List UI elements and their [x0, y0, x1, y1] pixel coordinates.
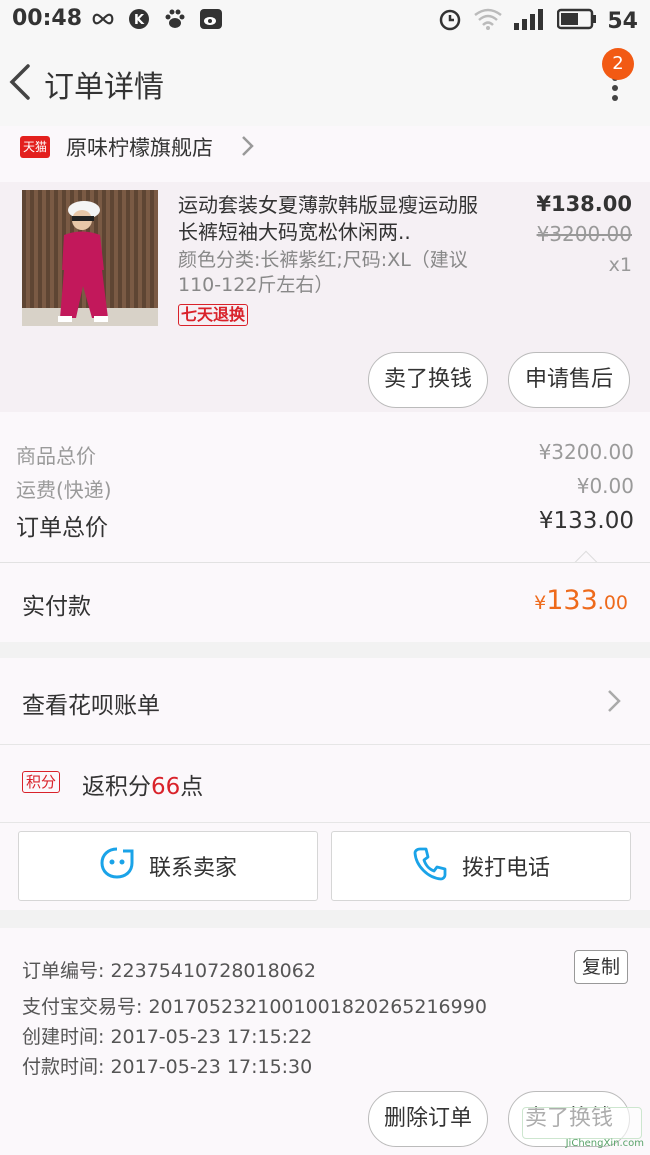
back-icon[interactable] — [6, 62, 36, 102]
k-app-icon: K — [126, 8, 152, 30]
product-title[interactable]: 运动套装女夏薄款韩版显瘦运动服长裤短袖大码宽松休闲两.. — [178, 192, 478, 246]
notification-badge: 2 — [602, 48, 634, 80]
order-total-row: 订单总价 ¥133.00 — [16, 508, 634, 542]
bottom-action-bar: 删除订单 卖了换钱 JiChengXin.com — [0, 1083, 650, 1155]
watermark-box — [522, 1107, 642, 1139]
order-total-value: ¥133.00 — [538, 508, 634, 534]
chevron-right-icon — [238, 134, 256, 158]
contact-seller-label: 联系卖家 — [148, 856, 237, 881]
call-phone-button[interactable]: 拨打电话 — [331, 831, 631, 901]
paid-amount-row: 实付款 ¥133.00 — [0, 562, 650, 642]
phone-icon — [412, 845, 448, 887]
shipping-value: ¥0.00 — [576, 474, 634, 498]
product-original-price: ¥3200.00 — [536, 222, 632, 246]
status-time: 00:48 — [12, 6, 83, 31]
points-badge: 积分 — [22, 771, 61, 793]
contact-seller-button[interactable]: 联系卖家 — [18, 831, 318, 901]
return-policy-badge: 七天退换 — [178, 304, 249, 326]
order-number: 订单编号: 22375410728018062 — [22, 960, 316, 982]
tmall-logo: 天猫 — [20, 136, 50, 158]
points-text: 返积分66点 — [82, 774, 204, 800]
battery-icon — [557, 8, 597, 34]
shop-name[interactable]: 原味柠檬旗舰店 — [66, 132, 213, 162]
shop-row[interactable]: 天猫 原味柠檬旗舰店 — [0, 126, 650, 182]
product-quantity: x1 — [608, 254, 632, 276]
product-thumbnail[interactable] — [22, 190, 158, 326]
call-phone-label: 拨打电话 — [461, 856, 550, 881]
paw-icon — [162, 8, 188, 30]
signal-icon — [513, 8, 547, 34]
delete-order-button[interactable]: 删除订单 — [368, 1091, 488, 1147]
alipay-trade-number: 支付宝交易号: 2017052321001001820265216990 — [22, 996, 487, 1018]
huabei-label[interactable]: 查看花呗账单 — [22, 686, 160, 720]
svg-text:K: K — [134, 13, 145, 28]
battery-level: 54 — [607, 8, 638, 34]
sell-resell-button[interactable]: 卖了换钱 — [368, 352, 488, 408]
status-system-icons: 54 — [437, 6, 638, 36]
created-time: 创建时间: 2017-05-23 17:15:22 — [22, 1026, 313, 1048]
points-row: 积分 返积分66点 — [0, 744, 650, 822]
order-total-label: 订单总价 — [16, 515, 108, 541]
paid-amount: ¥133.00 — [534, 585, 628, 616]
status-bar: 00:48 K 54 — [0, 0, 650, 40]
contact-buttons-row: 联系卖家 拨打电话 — [0, 822, 650, 910]
app-header: 订单详情 2 — [0, 40, 650, 126]
shipping-label: 运费(快递) — [16, 478, 112, 502]
chat-face-icon — [99, 845, 135, 887]
page-title: 订单详情 — [44, 70, 164, 105]
copy-button[interactable]: 复制 — [574, 950, 628, 984]
goods-total-label: 商品总价 — [16, 444, 96, 468]
goods-total-row: 商品总价 ¥3200.00 — [16, 440, 634, 469]
infinity-icon — [90, 8, 116, 30]
price-summary: 商品总价 ¥3200.00 运费(快递) ¥0.00 订单总价 ¥133.00 — [0, 412, 650, 574]
wifi-icon — [473, 7, 503, 35]
status-notification-icons: K — [90, 8, 224, 30]
alarm-icon — [437, 6, 463, 36]
after-sale-button[interactable]: 申请售后 — [508, 352, 630, 408]
paid-label: 实付款 — [22, 594, 91, 620]
chevron-right-icon — [606, 688, 622, 714]
goods-total-value: ¥3200.00 — [538, 440, 634, 464]
watermark-text: JiChengXin.com — [565, 1138, 644, 1149]
paid-time: 付款时间: 2017-05-23 17:15:30 — [22, 1056, 313, 1078]
product-price: ¥138.00 — [536, 192, 632, 216]
order-info: 订单编号: 22375410728018062 支付宝交易号: 20170523… — [0, 928, 650, 1083]
weibo-icon — [198, 8, 224, 30]
product-card[interactable]: 运动套装女夏薄款韩版显瘦运动服长裤短袖大码宽松休闲两.. 颜色分类:长裤紫红;尺… — [0, 182, 650, 412]
shipping-row: 运费(快递) ¥0.00 — [16, 474, 634, 503]
product-sku: 颜色分类:长裤紫红;尺码:XL（建议110-122斤左右） — [178, 249, 468, 296]
huabei-bill-row[interactable]: 查看花呗账单 — [0, 658, 650, 744]
